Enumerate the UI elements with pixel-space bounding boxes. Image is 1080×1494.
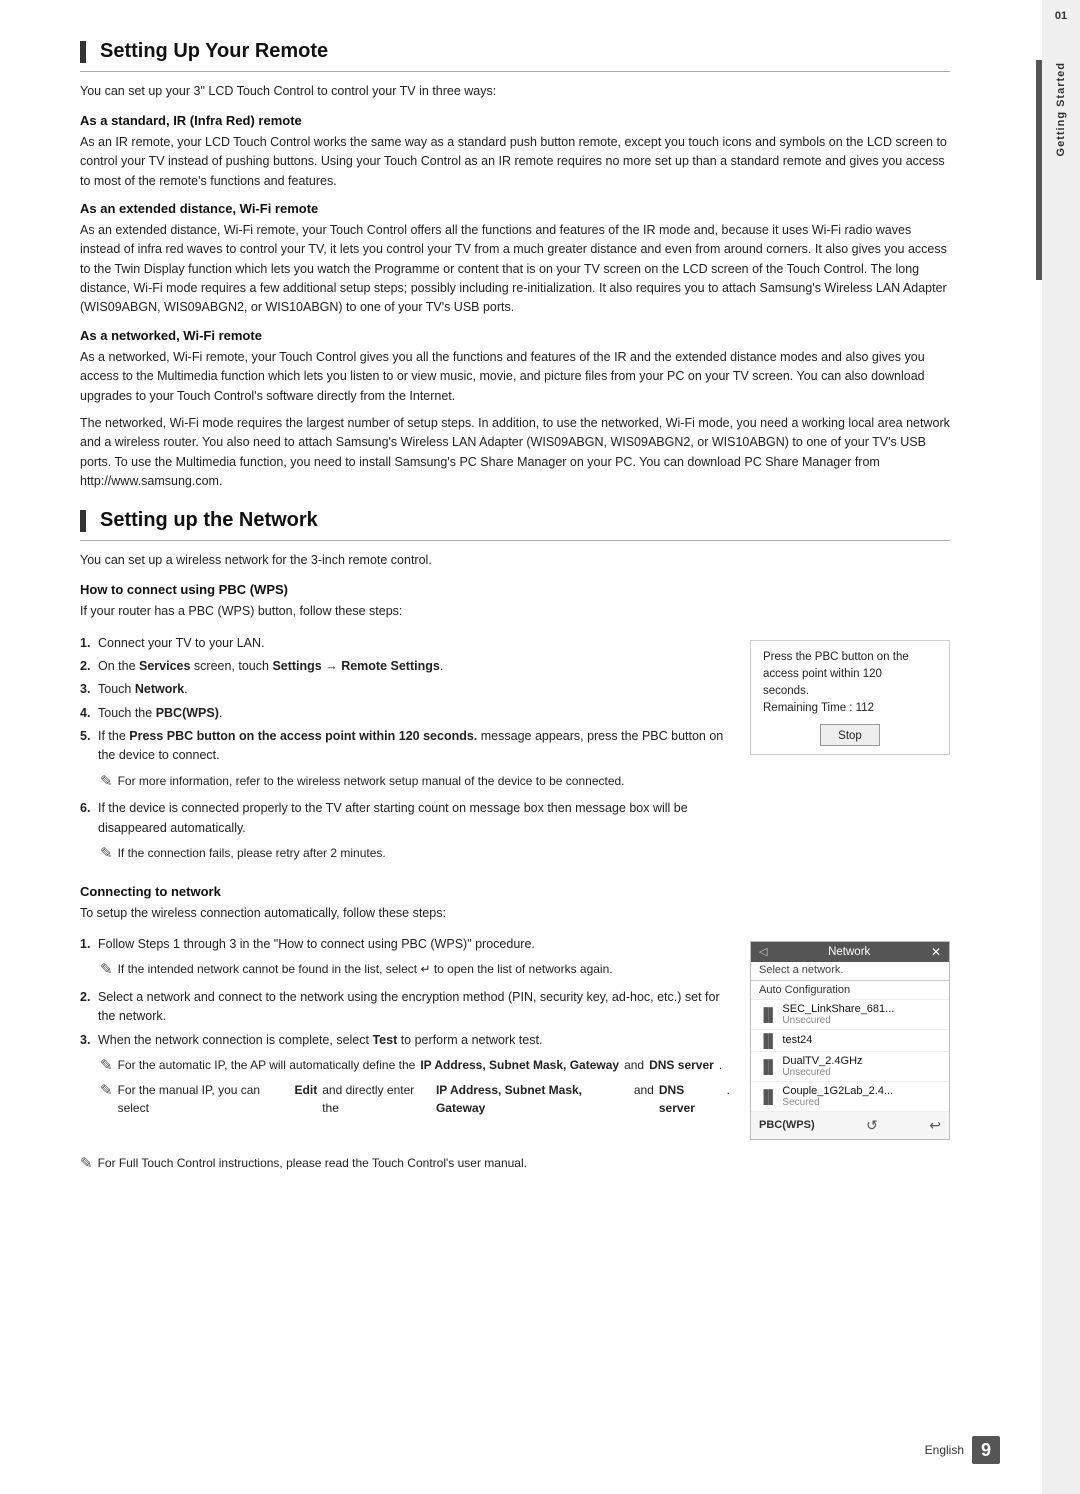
network-item-2-status: Unsecured [782,1067,862,1078]
network-item-2-name: DualTV_2.4GHz [782,1055,862,1067]
network-subtitle: Select a network. [751,962,949,981]
pbc-note2: ✎ If the connection fails, please retry … [100,844,730,866]
network-header-title: Network [828,946,870,958]
network-item-2[interactable]: ▐▌ DualTV_2.4GHz Unsecured [751,1052,949,1082]
page-container: 01 Getting Started Setting Up Your Remot… [0,0,1080,1494]
section-title-bar-2 [80,510,86,532]
network-item-0[interactable]: ▐▌ SEC_LinkShare_681... Unsecured [751,1000,949,1030]
pbc-step6-list: 6. If the device is connected properly t… [80,799,730,838]
wifi-icon-3: ▐▌ [759,1089,777,1104]
network-pbc-label: PBC(WPS) [759,1119,815,1131]
main-content: Setting Up Your Remote You can set up yo… [80,40,1000,1454]
connecting-title: Connecting to network [80,884,950,899]
pbc-step-2: 2. On the Services screen, touch Setting… [80,657,730,676]
subsection-ir-title: As a standard, IR (Infra Red) remote [80,113,950,128]
pbc-intro: If your router has a PBC (WPS) button, f… [80,602,950,621]
pbc-step-6: 6. If the device is connected properly t… [80,799,730,838]
connecting-subsection: Connecting to network To setup the wirel… [80,884,950,1176]
subsection-ir-body: As an IR remote, your LCD Touch Control … [80,133,950,191]
section-network-intro: You can set up a wireless network for th… [80,551,950,570]
network-item-0-status: Unsecured [782,1015,894,1026]
pbc-subsection: How to connect using PBC (WPS) If your r… [80,582,950,869]
pbc-step-1: 1. Connect your TV to your LAN. [80,634,730,653]
subsection-wifi-body: As an extended distance, Wi-Fi remote, y… [80,221,950,318]
side-tab-bar [1036,60,1042,280]
note-icon-5: ✎ [100,1080,113,1103]
side-tab: 01 Getting Started [1042,0,1080,1494]
subsection-wifi-title: As an extended distance, Wi-Fi remote [80,201,950,216]
network-close-icon[interactable]: ✕ [931,945,941,959]
network-item-3-info: Couple_1G2Lab_2.4... Secured [782,1085,893,1108]
pbc-step-4: 4. Touch the PBC(WPS). [80,704,730,723]
section-title-bar [80,41,86,63]
section-network: Setting up the Network You can set up a … [80,509,950,1175]
side-tab-label: Getting Started [1055,62,1067,156]
note-icon-4: ✎ [100,1055,113,1078]
section-divider-2 [80,540,950,541]
pbc-steps-area: 1. Connect your TV to your LAN. 2. On th… [80,630,730,870]
connect-step-1: 1. Follow Steps 1 through 3 in the "How … [80,935,730,954]
pbc-steps-list: 1. Connect your TV to your LAN. 2. On th… [80,634,730,766]
wifi-icon-0: ▐▌ [759,1007,777,1022]
network-item-3[interactable]: ▐▌ Couple_1G2Lab_2.4... Secured [751,1082,949,1112]
page-number: 9 [972,1436,1000,1464]
note-icon-2: ✎ [100,843,113,866]
network-back-btn[interactable]: ↩ [929,1117,941,1134]
connect-note2: ✎ For the automatic IP, the AP will auto… [100,1056,730,1078]
wifi-icon-1: ▐▌ [759,1033,777,1048]
connecting-steps-list-2: 2. Select a network and connect to the n… [80,988,730,1050]
network-box-footer: PBC(WPS) ↺ ↩ [751,1112,949,1139]
connecting-steps-area: 1. Follow Steps 1 through 3 in the "How … [80,931,730,1140]
footer-note: ✎ For Full Touch Control instructions, p… [80,1154,950,1176]
note-icon-3: ✎ [100,959,113,982]
page-footer: English 9 [925,1436,1000,1464]
stop-button[interactable]: Stop [820,724,880,746]
network-item-0-info: SEC_LinkShare_681... Unsecured [782,1003,894,1026]
pbc-how-to-section: 1. Connect your TV to your LAN. 2. On th… [80,630,950,870]
pbc-box: Press the PBC button on the access point… [750,640,950,755]
section-remote-intro: You can set up your 3" LCD Touch Control… [80,82,950,101]
note-icon-1: ✎ [100,771,113,794]
network-back-icon: ◁ [759,945,767,958]
pbc-box-line2: access point within 120 [763,668,882,680]
network-item-1-name: test24 [782,1034,812,1046]
pbc-box-line3: seconds. [763,685,809,697]
section-divider-1 [80,71,950,72]
network-item-1-info: test24 [782,1034,812,1046]
network-box-header: ◁ Network ✕ [751,942,949,962]
connect-note3: ✎ For the manual IP, you can select Edit… [100,1081,730,1117]
connecting-intro: To setup the wireless connection automat… [80,904,950,923]
connect-step-3: 3. When the network connection is comple… [80,1031,730,1050]
wifi-icon-2: ▐▌ [759,1059,777,1074]
pbc-box-line4: Remaining Time : 112 [763,702,874,714]
connect-step-2: 2. Select a network and connect to the n… [80,988,730,1027]
connect-note1: ✎ If the intended network cannot be foun… [100,960,730,982]
network-refresh-icon[interactable]: ↺ [866,1117,878,1134]
connecting-steps-list: 1. Follow Steps 1 through 3 in the "How … [80,935,730,954]
pbc-box-line1: Press the PBC button on the [763,651,909,663]
network-item-2-info: DualTV_2.4GHz Unsecured [782,1055,862,1078]
network-item-1[interactable]: ▐▌ test24 [751,1030,949,1052]
pbc-title: How to connect using PBC (WPS) [80,582,950,597]
section-remote: Setting Up Your Remote You can set up yo… [80,40,950,491]
pbc-note1: ✎ For more information, refer to the wir… [100,772,730,794]
network-item-0-name: SEC_LinkShare_681... [782,1003,894,1015]
network-auto-config[interactable]: Auto Configuration [751,981,949,1000]
connecting-content: 1. Follow Steps 1 through 3 in the "How … [80,931,950,1140]
network-item-3-name: Couple_1G2Lab_2.4... [782,1085,893,1097]
network-item-3-status: Secured [782,1097,893,1108]
note-icon-6: ✎ [80,1153,93,1176]
pbc-step-3: 3. Touch Network. [80,680,730,699]
network-selection-box: ◁ Network ✕ Select a network. Auto Confi… [750,941,950,1140]
subsection-networked-body2: The networked, Wi-Fi mode requires the l… [80,414,950,492]
subsection-networked-body1: As a networked, Wi-Fi remote, your Touch… [80,348,950,406]
pbc-step-5: 5. If the Press PBC button on the access… [80,727,730,766]
section-remote-title: Setting Up Your Remote [80,40,950,63]
subsection-networked-title: As a networked, Wi-Fi remote [80,328,950,343]
language-label: English [925,1443,964,1457]
section-network-title: Setting up the Network [80,509,950,532]
side-tab-number: 01 [1055,10,1067,22]
